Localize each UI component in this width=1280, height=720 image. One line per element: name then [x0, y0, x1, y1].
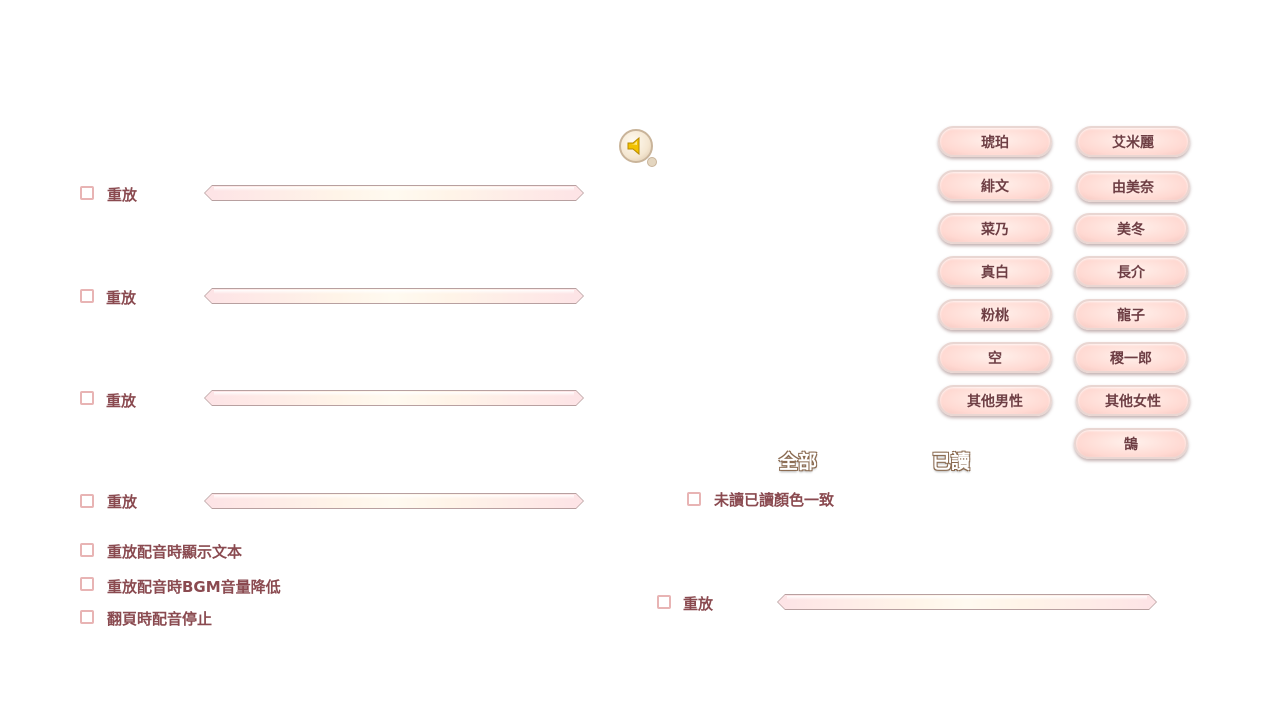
character-button-shokuichirou[interactable]: 稷一郎 [1074, 342, 1188, 373]
character-button-emily[interactable]: 艾米麗 [1076, 126, 1190, 157]
character-button-hifumi[interactable]: 緋文 [938, 170, 1052, 201]
replay-label-4: 重放 [107, 493, 138, 511]
character-button-ryuuko[interactable]: 龍子 [1074, 299, 1188, 330]
volume-slider-1[interactable] [204, 185, 584, 201]
stop-voice-on-page-turn-checkbox[interactable] [80, 610, 94, 624]
character-button-nano[interactable]: 菜乃 [938, 213, 1052, 244]
lower-bgm-on-replay-label: 重放配音時BGM音量降低 [107, 578, 281, 596]
volume-slider-2[interactable] [204, 288, 584, 304]
tab-read[interactable]: 已讀 [932, 447, 970, 474]
show-text-on-replay-label: 重放配音時顯示文本 [107, 543, 243, 561]
character-button-mifuyu[interactable]: 美冬 [1074, 213, 1188, 244]
volume-slider-4[interactable] [204, 493, 584, 509]
lower-bgm-on-replay-checkbox[interactable] [80, 577, 94, 591]
character-button-chousuke[interactable]: 長介 [1074, 256, 1188, 287]
character-button-other-female[interactable]: 其他女性 [1076, 385, 1190, 416]
tab-all[interactable]: 全部 [779, 447, 817, 474]
replay-checkbox-4[interactable] [80, 494, 94, 508]
character-button-mashiro[interactable]: 真白 [938, 256, 1052, 287]
replay-checkbox-2[interactable] [80, 289, 94, 303]
volume-slider-3[interactable] [204, 390, 584, 406]
replay-label-2: 重放 [106, 289, 137, 307]
read-color-same-label: 未讀已讀顏色一致 [714, 491, 835, 509]
read-color-same-checkbox[interactable] [687, 492, 701, 506]
speaker-icon[interactable] [619, 129, 657, 167]
replay-label-3: 重放 [106, 392, 137, 410]
stop-voice-on-page-turn-label: 翻頁時配音停止 [107, 610, 213, 628]
character-button-kugui[interactable]: 鵠 [1074, 428, 1188, 459]
right-volume-slider[interactable] [777, 594, 1157, 610]
character-button-kohaku[interactable]: 琥珀 [938, 126, 1052, 157]
right-replay-checkbox[interactable] [657, 595, 671, 609]
right-replay-label: 重放 [683, 595, 714, 613]
replay-label-1: 重放 [107, 186, 138, 204]
character-button-momo[interactable]: 粉桃 [938, 299, 1052, 330]
replay-checkbox-3[interactable] [80, 391, 94, 405]
show-text-on-replay-checkbox[interactable] [80, 543, 94, 557]
replay-checkbox-1[interactable] [80, 186, 94, 200]
character-button-sora[interactable]: 空 [938, 342, 1052, 373]
speaker-glyph [627, 136, 640, 156]
character-button-yumina[interactable]: 由美奈 [1076, 171, 1190, 202]
character-button-other-male[interactable]: 其他男性 [938, 385, 1052, 416]
